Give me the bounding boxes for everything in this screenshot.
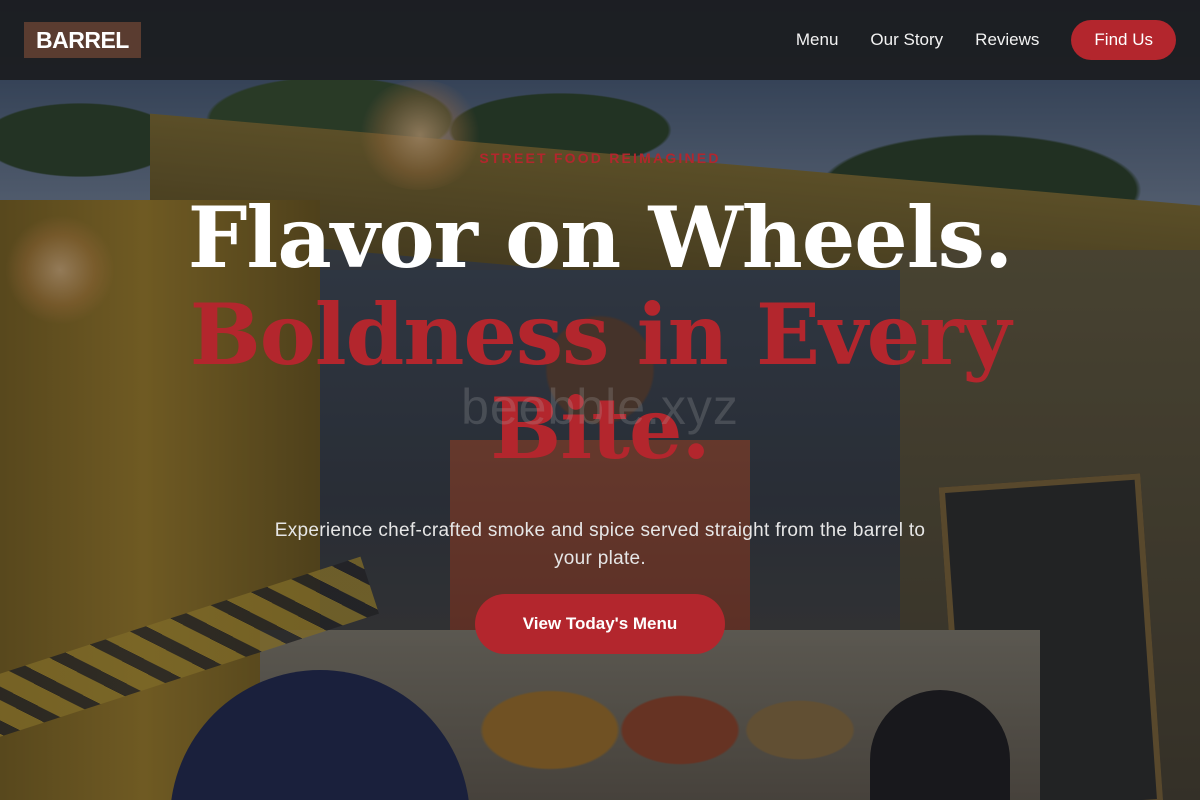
site-header: BARREL Menu Our Story Reviews Find Us — [0, 0, 1200, 80]
find-us-button[interactable]: Find Us — [1071, 20, 1176, 60]
brand-logo[interactable]: BARREL — [24, 22, 141, 58]
nav-link-menu[interactable]: Menu — [796, 30, 839, 50]
main-nav: Menu Our Story Reviews Find Us — [764, 20, 1176, 60]
view-menu-button[interactable]: View Today's Menu — [475, 594, 725, 654]
hero-section: STREET FOOD REIMAGINED Flavor on Wheels.… — [0, 80, 1200, 800]
watermark: beebble.xyz — [461, 379, 739, 435]
hero-eyebrow: STREET FOOD REIMAGINED — [479, 150, 721, 166]
nav-link-reviews[interactable]: Reviews — [975, 30, 1039, 50]
headline-line-1: Flavor on Wheels. — [187, 188, 1013, 287]
nav-link-our-story[interactable]: Our Story — [870, 30, 943, 50]
hero-subtext: Experience chef-crafted smoke and spice … — [274, 520, 926, 569]
